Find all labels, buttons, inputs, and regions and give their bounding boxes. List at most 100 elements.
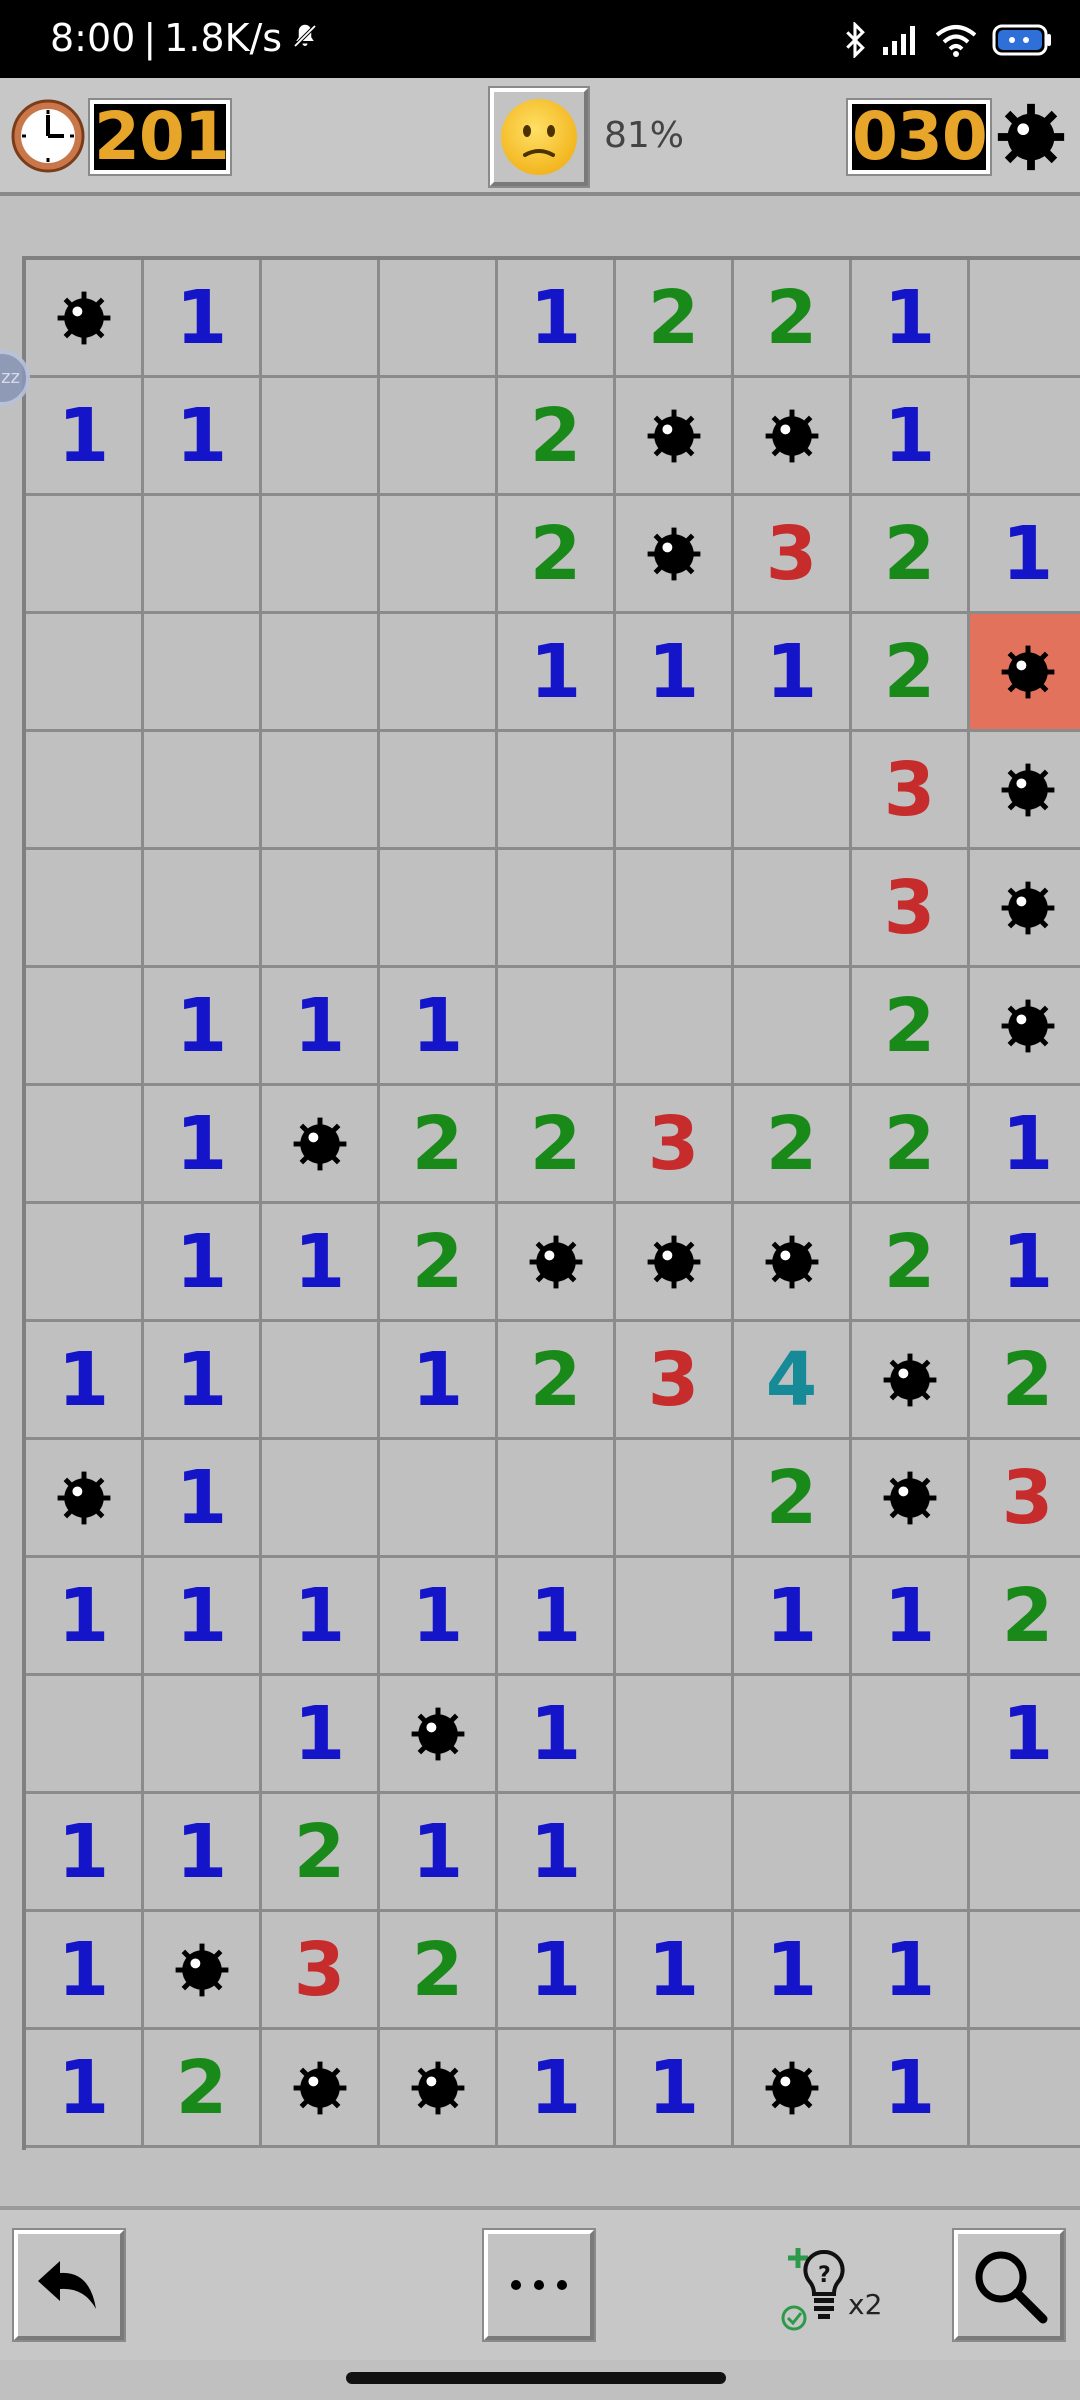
number-cell[interactable]: 1 bbox=[144, 1794, 262, 1912]
empty-cell[interactable] bbox=[26, 1676, 144, 1794]
mine-cell[interactable] bbox=[262, 1086, 380, 1204]
empty-cell[interactable] bbox=[380, 850, 498, 968]
empty-cell[interactable] bbox=[498, 850, 616, 968]
number-cell[interactable]: 1 bbox=[616, 614, 734, 732]
number-cell[interactable]: 1 bbox=[498, 260, 616, 378]
number-cell[interactable]: 1 bbox=[498, 2030, 616, 2148]
number-cell[interactable]: 1 bbox=[144, 1086, 262, 1204]
empty-cell[interactable] bbox=[144, 732, 262, 850]
number-cell[interactable]: 3 bbox=[616, 1322, 734, 1440]
empty-cell[interactable] bbox=[734, 732, 852, 850]
empty-cell[interactable] bbox=[380, 378, 498, 496]
number-cell[interactable]: 1 bbox=[616, 1912, 734, 2030]
number-cell[interactable]: 1 bbox=[734, 614, 852, 732]
empty-cell[interactable] bbox=[262, 260, 380, 378]
empty-cell[interactable] bbox=[380, 1440, 498, 1558]
mine-cell[interactable] bbox=[852, 1440, 970, 1558]
number-cell[interactable]: 3 bbox=[852, 850, 970, 968]
number-cell[interactable]: 2 bbox=[498, 496, 616, 614]
number-cell[interactable]: 1 bbox=[144, 378, 262, 496]
number-cell[interactable]: 2 bbox=[852, 614, 970, 732]
number-cell[interactable]: 2 bbox=[970, 1558, 1080, 1676]
empty-cell[interactable] bbox=[734, 968, 852, 1086]
empty-cell[interactable] bbox=[852, 1794, 970, 1912]
empty-cell[interactable] bbox=[380, 614, 498, 732]
mine-cell[interactable] bbox=[262, 2030, 380, 2148]
empty-cell[interactable] bbox=[262, 378, 380, 496]
empty-cell[interactable] bbox=[970, 1912, 1080, 2030]
number-cell[interactable]: 1 bbox=[498, 1794, 616, 1912]
number-cell[interactable]: 1 bbox=[380, 1794, 498, 1912]
empty-cell[interactable] bbox=[734, 850, 852, 968]
empty-cell[interactable] bbox=[616, 1676, 734, 1794]
number-cell[interactable]: 1 bbox=[262, 968, 380, 1086]
mine-cell[interactable] bbox=[26, 260, 144, 378]
number-cell[interactable]: 1 bbox=[144, 1204, 262, 1322]
empty-cell[interactable] bbox=[262, 1322, 380, 1440]
number-cell[interactable]: 3 bbox=[262, 1912, 380, 2030]
mine-cell[interactable] bbox=[970, 850, 1080, 968]
empty-cell[interactable] bbox=[26, 496, 144, 614]
empty-cell[interactable] bbox=[970, 378, 1080, 496]
empty-cell[interactable] bbox=[970, 260, 1080, 378]
empty-cell[interactable] bbox=[144, 1676, 262, 1794]
number-cell[interactable]: 1 bbox=[970, 1086, 1080, 1204]
number-cell[interactable]: 2 bbox=[734, 260, 852, 378]
number-cell[interactable]: 1 bbox=[734, 1558, 852, 1676]
number-cell[interactable]: 1 bbox=[26, 1322, 144, 1440]
mine-cell[interactable] bbox=[616, 378, 734, 496]
number-cell[interactable]: 3 bbox=[734, 496, 852, 614]
mine-cell[interactable] bbox=[380, 2030, 498, 2148]
empty-cell[interactable] bbox=[262, 496, 380, 614]
more-options-button[interactable] bbox=[482, 2228, 596, 2342]
mine-cell[interactable] bbox=[852, 1322, 970, 1440]
number-cell[interactable]: 1 bbox=[26, 2030, 144, 2148]
empty-cell[interactable] bbox=[734, 1676, 852, 1794]
number-cell[interactable]: 2 bbox=[144, 2030, 262, 2148]
mine-cell[interactable] bbox=[26, 1440, 144, 1558]
empty-cell[interactable] bbox=[262, 1440, 380, 1558]
empty-cell[interactable] bbox=[380, 496, 498, 614]
mine-cell[interactable] bbox=[616, 496, 734, 614]
number-cell[interactable]: 2 bbox=[498, 378, 616, 496]
search-button[interactable] bbox=[952, 2228, 1066, 2342]
exploded-mine-cell[interactable] bbox=[970, 614, 1080, 732]
empty-cell[interactable] bbox=[26, 732, 144, 850]
empty-cell[interactable] bbox=[616, 732, 734, 850]
number-cell[interactable]: 2 bbox=[262, 1794, 380, 1912]
empty-cell[interactable] bbox=[262, 850, 380, 968]
empty-cell[interactable] bbox=[26, 1204, 144, 1322]
empty-cell[interactable] bbox=[498, 1440, 616, 1558]
empty-cell[interactable] bbox=[498, 968, 616, 1086]
number-cell[interactable]: 1 bbox=[498, 1676, 616, 1794]
empty-cell[interactable] bbox=[26, 614, 144, 732]
number-cell[interactable]: 1 bbox=[262, 1558, 380, 1676]
number-cell[interactable]: 2 bbox=[380, 1086, 498, 1204]
mine-cell[interactable] bbox=[970, 732, 1080, 850]
number-cell[interactable]: 1 bbox=[144, 968, 262, 1086]
mine-cell[interactable] bbox=[380, 1676, 498, 1794]
number-cell[interactable]: 2 bbox=[380, 1912, 498, 2030]
number-cell[interactable]: 1 bbox=[852, 378, 970, 496]
number-cell[interactable]: 1 bbox=[970, 1676, 1080, 1794]
empty-cell[interactable] bbox=[616, 968, 734, 1086]
empty-cell[interactable] bbox=[144, 614, 262, 732]
empty-cell[interactable] bbox=[970, 1794, 1080, 1912]
number-cell[interactable]: 1 bbox=[616, 2030, 734, 2148]
number-cell[interactable]: 1 bbox=[380, 1322, 498, 1440]
number-cell[interactable]: 1 bbox=[852, 1912, 970, 2030]
mine-cell[interactable] bbox=[616, 1204, 734, 1322]
number-cell[interactable]: 2 bbox=[852, 496, 970, 614]
number-cell[interactable]: 1 bbox=[498, 1912, 616, 2030]
mine-cell[interactable] bbox=[734, 378, 852, 496]
mine-cell[interactable] bbox=[970, 968, 1080, 1086]
mine-cell[interactable] bbox=[498, 1204, 616, 1322]
empty-cell[interactable] bbox=[616, 1794, 734, 1912]
number-cell[interactable]: 1 bbox=[262, 1204, 380, 1322]
empty-cell[interactable] bbox=[262, 614, 380, 732]
mine-cell[interactable] bbox=[734, 2030, 852, 2148]
number-cell[interactable]: 3 bbox=[852, 732, 970, 850]
number-cell[interactable]: 2 bbox=[498, 1322, 616, 1440]
number-cell[interactable]: 2 bbox=[852, 1086, 970, 1204]
empty-cell[interactable] bbox=[26, 1086, 144, 1204]
